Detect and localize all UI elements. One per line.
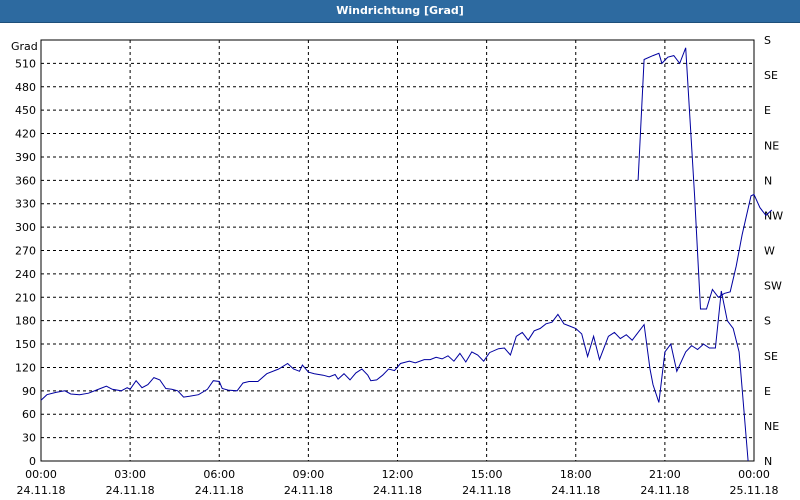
right-tick-label: NW — [764, 209, 783, 222]
y-tick-label: 60 — [22, 408, 36, 421]
x-tick-date: 24.11.18 — [17, 484, 66, 497]
right-tick-label: SE — [764, 69, 778, 82]
title-bar: Windrichtung [Grad] — [0, 0, 800, 23]
y-tick-label: 330 — [15, 198, 36, 211]
y-tick-label: 210 — [15, 291, 36, 304]
x-tick-date: 24.11.18 — [551, 484, 600, 497]
y-tick-label: 480 — [15, 81, 36, 94]
right-tick-label: N — [764, 174, 772, 187]
right-tick-label: NE — [764, 420, 779, 433]
right-tick-label: W — [764, 245, 775, 258]
x-tick-time: 09:00 — [293, 468, 325, 481]
x-tick-time: 00:00 — [25, 468, 57, 481]
right-tick-label: E — [764, 385, 771, 398]
wind-direction-chart: Grad 0 30 60 90 120 150 180 210 240 270 300 330 360 3… — [0, 23, 800, 500]
x-tick-time: 21:00 — [649, 468, 681, 481]
y-tick-label: 420 — [15, 128, 36, 141]
x-tick-time: 03:00 — [114, 468, 146, 481]
y-axis-label: Grad — [11, 40, 38, 53]
right-tick-label: SW — [764, 280, 782, 293]
right-tick-label: S — [764, 315, 771, 328]
x-tick-date: 24.11.18 — [373, 484, 422, 497]
y-tick-label: 510 — [15, 57, 36, 70]
x-tick-time: 18:00 — [560, 468, 592, 481]
y-tick-label: 120 — [15, 361, 36, 374]
right-tick-label: S — [764, 34, 771, 47]
x-tick-date: 24.11.18 — [640, 484, 689, 497]
y-tick-label: 360 — [15, 174, 36, 187]
y-tick-label: 300 — [15, 221, 36, 234]
x-tick-time: 06:00 — [203, 468, 235, 481]
x-tick-time: 15:00 — [471, 468, 503, 481]
y-tick-label: 270 — [15, 245, 36, 258]
chart-title: Windrichtung [Grad] — [336, 4, 464, 17]
y-tick-label: 390 — [15, 151, 36, 164]
x-tick-date: 24.11.18 — [195, 484, 244, 497]
y-tick-label: 180 — [15, 315, 36, 328]
x-tick-date: 24.11.18 — [106, 484, 155, 497]
y-tick-label: 90 — [22, 385, 36, 398]
right-tick-label: NE — [764, 139, 779, 152]
right-tick-label: SE — [764, 350, 778, 363]
right-tick-label: E — [764, 104, 771, 117]
x-tick-date: 24.11.18 — [284, 484, 333, 497]
y-tick-label: 30 — [22, 432, 36, 445]
y-tick-label: 0 — [29, 455, 36, 468]
y-tick-label: 240 — [15, 268, 36, 281]
x-tick-date: 24.11.18 — [462, 484, 511, 497]
chart-background — [0, 23, 800, 500]
x-tick-time: 12:00 — [382, 468, 414, 481]
right-tick-label: N — [764, 455, 772, 468]
y-tick-label: 450 — [15, 104, 36, 117]
x-tick-time: 00:00 — [738, 468, 770, 481]
y-tick-label: 150 — [15, 338, 36, 351]
x-tick-date: 25.11.18 — [730, 484, 779, 497]
